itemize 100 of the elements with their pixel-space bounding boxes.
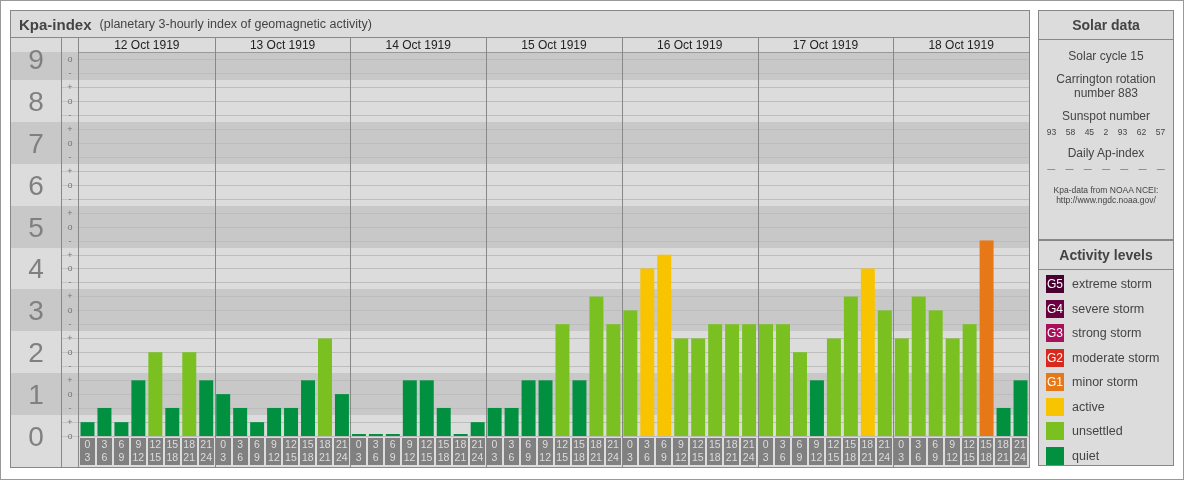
kp-subaxis-label: + — [67, 123, 73, 134]
time-slot-label: 3 6 — [232, 438, 248, 465]
kp-subaxis-label: - — [68, 235, 72, 246]
sunspot-value: 57 — [1155, 127, 1166, 137]
kp-bar — [233, 407, 248, 436]
kp-subaxis-label: + — [67, 82, 73, 93]
kp-subaxis-label: o — [67, 305, 73, 316]
time-slot-label: 9 12 — [809, 438, 824, 465]
level-label: moderate storm — [1072, 350, 1160, 365]
time-slot-label: 3 6 — [639, 438, 655, 465]
storm-level-badge: G5 — [1046, 275, 1064, 293]
time-slot-label: 18 21 — [588, 438, 604, 465]
time-slot-label: 12 15 — [147, 438, 163, 465]
kp-subaxis-label: - — [68, 109, 72, 120]
sunspot-value: 58 — [1065, 127, 1076, 137]
day-label: 16 Oct 1919 — [657, 38, 723, 52]
storm-level-badge: G1 — [1046, 373, 1064, 391]
kp-subaxis-label: + — [67, 417, 73, 428]
kp-subaxis-label: o — [67, 431, 73, 441]
level-label: minor storm — [1072, 375, 1138, 389]
time-slot-label: 12 15 — [283, 438, 299, 465]
sunspot-value: 2 — [1103, 127, 1109, 137]
level-label: extreme storm — [1072, 277, 1152, 291]
time-slot-label: 21 24 — [198, 438, 214, 465]
kp-subaxis-label: o — [67, 54, 73, 65]
time-slot-label: 15 18 — [436, 438, 451, 465]
kp-bar — [199, 380, 214, 436]
carrington-rotation-text: Carrington rotation number 883 — [1055, 72, 1157, 100]
panel-title: Activity levels — [1039, 241, 1173, 270]
time-slot-label: 15 18 — [842, 438, 858, 465]
day-label: 15 Oct 1919 — [521, 38, 587, 52]
day-label: 17 Oct 1919 — [792, 38, 859, 52]
time-slot-label: 18 21 — [995, 438, 1011, 465]
time-slot-label: 12 15 — [825, 438, 841, 465]
kp-bar — [301, 380, 315, 436]
time-slot-label: 12 15 — [554, 438, 570, 465]
kp-axis-label: 8 — [28, 86, 44, 117]
kp-bar — [996, 407, 1011, 436]
day-label: 12 Oct 1919 — [114, 38, 180, 52]
time-slot-label: 18 21 — [317, 438, 333, 465]
time-slot-label: 6 9 — [927, 438, 943, 465]
kp-axis-label: 3 — [28, 295, 44, 327]
time-slot-label: 18 21 — [859, 438, 875, 465]
day-label: 14 Oct 1919 — [385, 38, 451, 52]
kp-axis-label: 1 — [28, 379, 44, 411]
ap-index-value: — — [1102, 164, 1110, 173]
level-label: severe storm — [1072, 301, 1145, 316]
time-slot-label: 15 18 — [164, 438, 180, 465]
kp-bar — [521, 380, 536, 436]
level-label: quiet — [1072, 448, 1100, 463]
kp-subaxis-label: + — [67, 333, 73, 344]
time-slot-label: 0 3 — [758, 438, 774, 465]
kp-subaxis-label: - — [68, 193, 72, 204]
kp-bar — [334, 394, 349, 436]
ap-index-value: — — [1120, 164, 1129, 173]
storm-level-badge: G4 — [1046, 299, 1064, 318]
kp-bar — [216, 394, 231, 436]
time-slot-label: 6 9 — [385, 438, 401, 465]
kp-axis-label: 6 — [28, 169, 44, 201]
sunspot-value: 93 — [1117, 127, 1128, 137]
kp-subaxis-label: o — [67, 221, 73, 232]
time-slot-label: 21 24 — [605, 438, 621, 465]
kp-subaxis-label: o — [67, 137, 73, 148]
panel-title: Solar data — [1039, 11, 1173, 40]
time-slot-label: 9 12 — [673, 438, 689, 465]
time-slot-label: 6 9 — [792, 438, 807, 465]
kp-subaxis-label: o — [67, 96, 73, 106]
kp-subaxis-label: - — [68, 277, 72, 288]
kp-axis-label: 0 — [28, 421, 44, 452]
kp-subaxis-label: - — [68, 68, 72, 79]
time-slot-label: 0 3 — [80, 438, 95, 465]
kp-bar — [80, 422, 95, 436]
time-slot-label: 9 12 — [537, 438, 553, 465]
kp-subaxis-label: + — [67, 207, 73, 218]
kp-subaxis-label: + — [67, 291, 73, 302]
time-slot-label: 15 18 — [571, 438, 587, 465]
kp-bar — [436, 407, 451, 436]
kp-axis-label: 4 — [28, 253, 44, 285]
kp-subaxis-label: + — [67, 249, 73, 260]
ap-index-value: — — [1047, 164, 1056, 173]
kp-subaxis-label: o — [67, 389, 73, 400]
kp-subaxis-label: - — [68, 361, 72, 372]
time-slot-label: 21 24 — [469, 438, 485, 465]
time-slot-label: 15 18 — [978, 438, 994, 465]
time-slot-label: 18 21 — [724, 438, 740, 465]
time-slot-label: 9 12 — [402, 438, 418, 465]
kp-subaxis-label: o — [67, 179, 73, 190]
time-slot-label: 18 21 — [452, 438, 468, 465]
sunspot-value: 62 — [1136, 127, 1147, 137]
time-slot-label: 9 12 — [130, 438, 146, 465]
kp-subaxis-label: - — [68, 403, 72, 414]
kp-bar — [131, 380, 146, 436]
level-label: active — [1072, 399, 1105, 414]
time-slot-label: 21 24 — [334, 438, 350, 465]
kp-bar — [165, 407, 180, 436]
storm-level-badge: G2 — [1046, 348, 1064, 367]
time-slot-label: 9 12 — [944, 438, 960, 465]
sunspot-label: Sunspot number — [1060, 109, 1152, 123]
ap-index-value: — — [1138, 164, 1147, 173]
kp-bar — [470, 422, 485, 436]
